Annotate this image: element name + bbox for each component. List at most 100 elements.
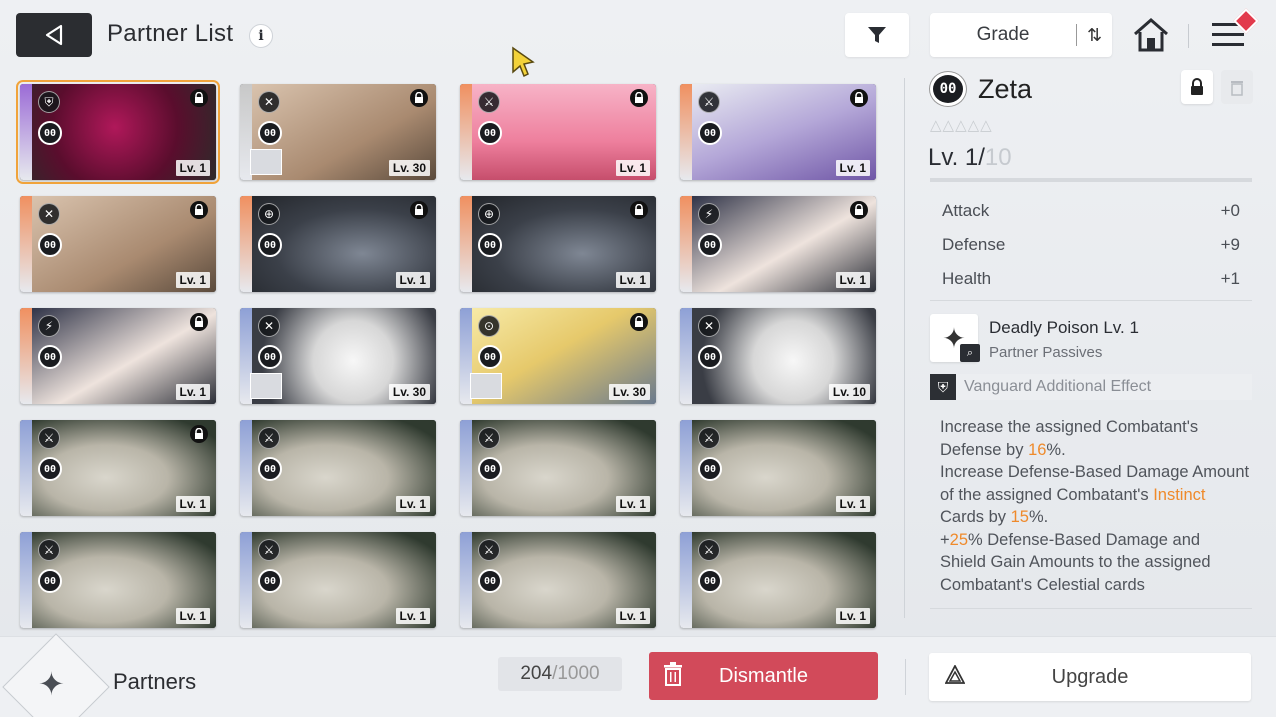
card-level: Lv. 1 <box>395 608 430 624</box>
partner-name: Zeta <box>978 74 1033 104</box>
card-level: Lv. 10 <box>828 384 870 400</box>
grade-badge-icon: 00 <box>38 233 62 257</box>
stat-label: Health <box>942 269 992 288</box>
stat-value: +9 <box>1220 235 1240 254</box>
grade-sort-label: Grade <box>976 24 1030 45</box>
partner-card[interactable]: ⚔ 00 Lv. 1 <box>460 420 656 516</box>
grade-badge-icon: 00 <box>698 569 722 593</box>
shield-icon: ⛨ <box>930 374 956 400</box>
equipped-thumbnail <box>470 373 502 399</box>
partner-card[interactable]: ⚔ 00 Lv. 1 <box>20 532 216 628</box>
partner-card[interactable]: ⚔ 00 Lv. 1 <box>460 532 656 628</box>
rarity-stripe <box>20 308 32 404</box>
rarity-stripe <box>20 420 32 516</box>
sort-order-icon[interactable]: ⇅ <box>1077 25 1112 46</box>
rarity-stripe <box>460 420 472 516</box>
partner-card[interactable]: ✕ 00 Lv. 10 <box>680 308 876 404</box>
partner-card[interactable]: ⚔ 00 Lv. 1 <box>460 84 656 180</box>
partner-card[interactable]: ✕ 00 Lv. 30 <box>240 308 436 404</box>
count-total: 1000 <box>557 663 600 684</box>
upgrade-button[interactable]: Upgrade <box>929 653 1251 701</box>
upgrade-arrow-icon <box>944 664 966 691</box>
lock-icon <box>410 89 428 107</box>
partner-card[interactable]: ⚡ 00 Lv. 1 <box>20 308 216 404</box>
equipped-thumbnail <box>250 149 282 175</box>
lock-icon <box>190 313 208 331</box>
info-icon[interactable]: i <box>249 24 273 48</box>
partner-grid: ⛨ 00 Lv. 1 ✕ 00 Lv. 30 ⚔ 00 Lv. 1 ⚔ 00 Lv. 1 ✕ 00 Lv. … <box>16 80 882 632</box>
level-progress-bar <box>930 178 1252 182</box>
rarity-stripe <box>460 196 472 292</box>
skill-type: Partner Passives <box>989 344 1103 361</box>
partner-card[interactable]: ✕ 00 Lv. 1 <box>20 196 216 292</box>
back-button[interactable] <box>16 13 92 57</box>
grade-badge-icon: 00 <box>38 345 62 369</box>
class-icon: ⚔ <box>698 91 720 113</box>
stat-row-attack: Attack +0 <box>930 194 1252 228</box>
card-level: Lv. 30 <box>388 384 430 400</box>
description-divider <box>930 608 1252 609</box>
dismantle-label: Dismantle <box>719 664 808 687</box>
partner-card[interactable]: ✕ 00 Lv. 30 <box>240 84 436 180</box>
class-icon: ⚔ <box>698 539 720 561</box>
rarity-stripe <box>680 532 692 628</box>
partner-level: Lv. 1/10 <box>928 144 1012 172</box>
desc-text: Cards by <box>940 508 1011 526</box>
lock-icon <box>410 201 428 219</box>
filter-icon <box>868 27 886 43</box>
card-level: Lv. 1 <box>395 272 430 288</box>
lock-icon <box>630 313 648 331</box>
partner-card[interactable]: ⛨ 00 Lv. 1 <box>16 80 220 184</box>
class-icon: ⊕ <box>478 203 500 225</box>
home-icon[interactable] <box>1132 17 1170 53</box>
equipped-thumbnail <box>250 373 282 399</box>
partner-card[interactable]: ⊕ 00 Lv. 1 <box>240 196 436 292</box>
skill-search-icon[interactable]: ⌕ <box>960 344 980 362</box>
lock-icon <box>1191 78 1203 95</box>
grade-badge-icon: 00 <box>478 345 502 369</box>
desc-text: %. <box>1046 440 1066 459</box>
card-level: Lv. 1 <box>835 272 870 288</box>
level-current: Lv. 1/ <box>928 144 985 171</box>
partner-card[interactable]: ⚔ 00 Lv. 1 <box>20 420 216 516</box>
count-current: 204 <box>520 663 553 684</box>
level-max: 10 <box>984 144 1012 171</box>
page-title: Partner List <box>107 20 234 47</box>
partner-card[interactable]: ⊙ 00 Lv. 30 <box>460 308 656 404</box>
lock-icon <box>190 89 208 107</box>
class-icon: ✕ <box>38 203 60 225</box>
dismantle-single-button[interactable] <box>1221 70 1253 104</box>
filter-button[interactable] <box>845 13 909 57</box>
class-icon: ⚡ <box>38 315 60 337</box>
grade-sort-dropdown[interactable]: Grade ⇅ <box>930 13 1112 57</box>
grade-badge-icon: 00 <box>258 345 282 369</box>
partner-card[interactable]: ⚔ 00 Lv. 1 <box>680 532 876 628</box>
card-level: Lv. 1 <box>835 608 870 624</box>
card-level: Lv. 1 <box>395 496 430 512</box>
dismantle-button[interactable]: Dismantle <box>649 652 878 700</box>
grade-badge-icon: 00 <box>478 457 502 481</box>
grade-badge-icon: 00 <box>698 121 722 145</box>
card-level: Lv. 1 <box>615 608 650 624</box>
partner-card[interactable]: ⚔ 00 Lv. 1 <box>240 420 436 516</box>
card-level: Lv. 1 <box>615 160 650 176</box>
class-icon: ✕ <box>698 315 720 337</box>
partner-card[interactable]: ⊕ 00 Lv. 1 <box>460 196 656 292</box>
lock-toggle-button[interactable] <box>1181 70 1213 104</box>
partner-card[interactable]: ⚔ 00 Lv. 1 <box>680 84 876 180</box>
rarity-stripe <box>460 84 472 180</box>
grade-badge-icon: 00 <box>478 233 502 257</box>
partner-card[interactable]: ⚔ 00 Lv. 1 <box>680 420 876 516</box>
skill-name: Deadly Poison Lv. 1 <box>989 318 1139 337</box>
grade-badge-icon: 00 <box>698 233 722 257</box>
grade-badge-icon: 00 <box>478 121 502 145</box>
lock-icon <box>190 425 208 443</box>
back-arrow-icon <box>45 24 63 46</box>
mouse-cursor-icon <box>512 46 535 78</box>
grade-badge-icon: 00 <box>258 121 282 145</box>
desc-highlight: 16 <box>1028 440 1047 459</box>
class-icon: ⊕ <box>258 203 280 225</box>
partner-card[interactable]: ⚔ 00 Lv. 1 <box>240 532 436 628</box>
desc-text: + <box>940 530 950 549</box>
partner-card[interactable]: ⚡ 00 Lv. 1 <box>680 196 876 292</box>
